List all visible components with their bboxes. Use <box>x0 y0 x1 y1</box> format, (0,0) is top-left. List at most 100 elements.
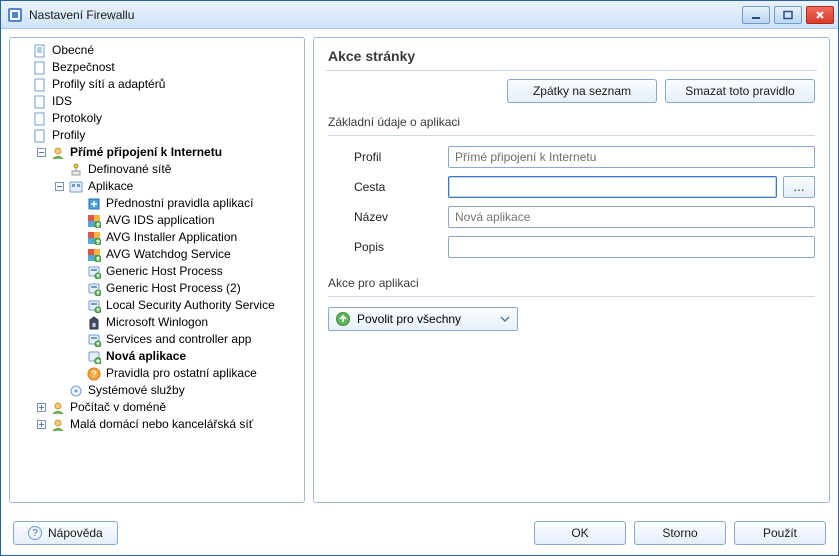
tree-item-obecne[interactable]: Obecné <box>12 42 302 59</box>
ok-button[interactable]: OK <box>534 521 626 545</box>
maximize-button[interactable] <box>774 6 802 24</box>
profile-icon <box>50 417 66 433</box>
tree-label: Generic Host Process (2) <box>106 280 241 297</box>
tree-label: Pravidla pro ostatní aplikace <box>106 365 257 382</box>
tree-label: AVG Installer Application <box>106 229 237 246</box>
app-item-icon <box>86 264 102 280</box>
tree-item-app[interactable]: Generic Host Process (2) <box>12 280 302 297</box>
tree-label: Obecné <box>52 42 94 59</box>
tree-panel[interactable]: Obecné Bezpečnost Profily sítí a adaptér… <box>9 37 305 503</box>
titlebar: Nastavení Firewallu <box>1 1 838 29</box>
apply-button[interactable]: Použít <box>734 521 826 545</box>
label-path: Cesta <box>328 180 448 194</box>
label-desc: Popis <box>328 240 448 254</box>
app-item-icon <box>86 281 102 297</box>
tree-label: Přednostní pravidla aplikací <box>106 195 253 212</box>
back-to-list-button[interactable]: Zpátky na seznam <box>507 79 657 103</box>
page-icon <box>32 128 48 144</box>
collapse-icon[interactable] <box>52 180 66 194</box>
tree-item-app[interactable]: Microsoft Winlogon <box>12 314 302 331</box>
footer: ? Nápověda OK Storno Použít <box>1 511 838 555</box>
tree-label: Generic Host Process <box>106 263 223 280</box>
app-item-icon <box>86 349 102 365</box>
settings-tree: Obecné Bezpečnost Profily sítí a adaptér… <box>12 42 302 433</box>
tree-item-systemove-sluzby[interactable]: Systémové služby <box>12 382 302 399</box>
tree-item-profily[interactable]: Profily <box>12 127 302 144</box>
action-dropdown[interactable]: Povolit pro všechny <box>328 307 518 331</box>
app-item-icon <box>86 315 102 331</box>
close-button[interactable] <box>806 6 834 24</box>
minimize-button[interactable] <box>742 6 770 24</box>
name-field[interactable] <box>448 206 815 228</box>
group-title: Základní údaje o aplikaci <box>328 115 815 129</box>
tree-label: AVG IDS application <box>106 212 215 229</box>
group-action: Akce pro aplikaci Povolit pro všechny <box>314 274 829 339</box>
dropdown-label: Povolit pro všechny <box>357 312 461 326</box>
tree-label: Local Security Authority Service <box>106 297 275 314</box>
path-field[interactable] <box>448 176 777 198</box>
page-title: Akce stránky <box>314 38 829 70</box>
label-name: Název <box>328 210 448 224</box>
help-icon: ? <box>28 526 42 540</box>
app-item-icon <box>86 230 102 246</box>
page-icon <box>32 111 48 127</box>
desc-field[interactable] <box>448 236 815 258</box>
tree-label: Definované sítě <box>88 161 171 178</box>
tree-item-bezpecnost[interactable]: Bezpečnost <box>12 59 302 76</box>
profile-icon <box>50 400 66 416</box>
network-icon <box>68 162 84 178</box>
expand-icon[interactable] <box>34 418 48 432</box>
app-item-icon <box>86 213 102 229</box>
tree-item-app[interactable]: Services and controller app <box>12 331 302 348</box>
tree-item-ids[interactable]: IDS <box>12 93 302 110</box>
row-path: Cesta ... <box>328 176 815 198</box>
page-icon <box>32 94 48 110</box>
tree-item-pocitac-v-domene[interactable]: Počítač v doméně <box>12 399 302 416</box>
tree-item-app[interactable]: ? Pravidla pro ostatní aplikace <box>12 365 302 382</box>
app-item-icon: ? <box>86 366 102 382</box>
tree-item-definovane-site[interactable]: Definované sítě <box>12 161 302 178</box>
tree-label: Přímé připojení k Internetu <box>70 144 222 161</box>
collapse-icon[interactable] <box>34 146 48 160</box>
tree-item-app[interactable]: Local Security Authority Service <box>12 297 302 314</box>
profile-field <box>448 146 815 168</box>
tree-item-profily-siti[interactable]: Profily sítí a adaptérů <box>12 76 302 93</box>
tree-item-app[interactable]: Nová aplikace <box>12 348 302 365</box>
tree-item-protokoly[interactable]: Protokoly <box>12 110 302 127</box>
profile-icon <box>50 145 66 161</box>
tree-item-app[interactable]: AVG Installer Application <box>12 229 302 246</box>
app-item-icon <box>86 196 102 212</box>
row-name: Název <box>328 206 815 228</box>
page-icon <box>32 60 48 76</box>
group-title: Akce pro aplikaci <box>328 276 815 290</box>
delete-rule-button[interactable]: Smazat toto pravidlo <box>665 79 815 103</box>
tree-label: Počítač v doméně <box>70 399 166 416</box>
page-icon <box>32 77 48 93</box>
client-area: Obecné Bezpečnost Profily sítí a adaptér… <box>1 29 838 511</box>
tree-item-app[interactable]: AVG Watchdog Service <box>12 246 302 263</box>
tree-item-app[interactable]: Generic Host Process <box>12 263 302 280</box>
help-button[interactable]: ? Nápověda <box>13 521 118 545</box>
divider <box>328 135 815 136</box>
cancel-button[interactable]: Storno <box>634 521 726 545</box>
label-profile: Profil <box>328 150 448 164</box>
page-button-row: Zpátky na seznam Smazat toto pravidlo <box>314 79 829 113</box>
tree-label: IDS <box>52 93 72 110</box>
row-desc: Popis <box>328 236 815 258</box>
tree-item-app[interactable]: Přednostní pravidla aplikací <box>12 195 302 212</box>
window-title: Nastavení Firewallu <box>29 8 134 22</box>
tree-label: Systémové služby <box>88 382 185 399</box>
main-panel: Akce stránky Zpátky na seznam Smazat tot… <box>313 37 830 503</box>
tree-label: Profily <box>52 127 85 144</box>
divider <box>326 70 817 71</box>
tree-item-mala-domaci[interactable]: Malá domácí nebo kancelářská síť <box>12 416 302 433</box>
svg-text:?: ? <box>91 369 97 379</box>
tree-label: Services and controller app <box>106 331 251 348</box>
allow-icon <box>335 311 351 327</box>
tree-item-app[interactable]: AVG IDS application <box>12 212 302 229</box>
tree-item-prime-pripojeni[interactable]: Přímé připojení k Internetu <box>12 144 302 161</box>
tree-item-aplikace[interactable]: Aplikace <box>12 178 302 195</box>
tree-label: Microsoft Winlogon <box>106 314 208 331</box>
browse-button[interactable]: ... <box>783 176 815 198</box>
expand-icon[interactable] <box>34 401 48 415</box>
